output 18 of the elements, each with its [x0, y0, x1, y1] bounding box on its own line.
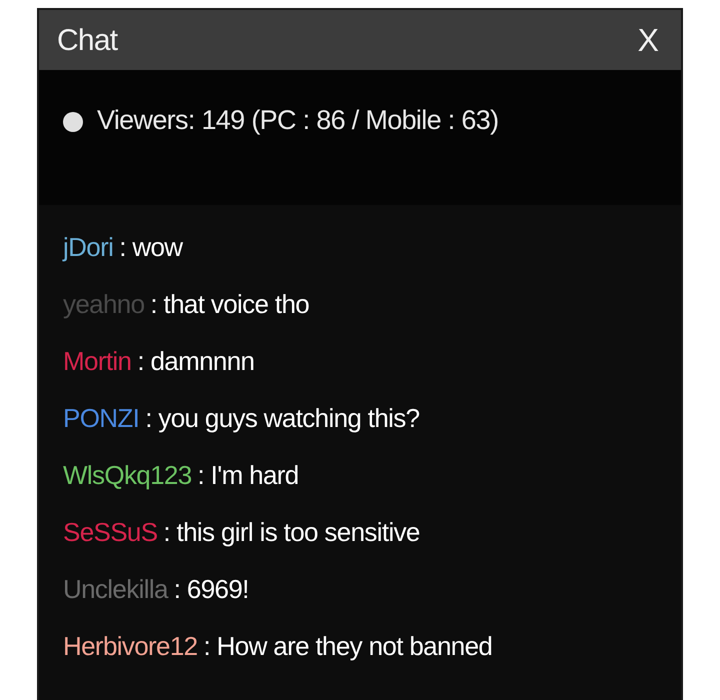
username[interactable]: jDori — [63, 228, 114, 267]
window-title: Chat — [57, 22, 118, 58]
username[interactable]: SeSSuS — [63, 513, 158, 552]
username[interactable]: Unclekilla — [63, 570, 168, 609]
message-text: : you guys watching this? — [145, 402, 420, 435]
message-text: : How are they not banned — [203, 630, 492, 663]
message-text: : 6969! — [174, 573, 249, 606]
message-text: : I'm hard — [198, 459, 299, 492]
message-text: : wow — [119, 231, 182, 264]
message-text: : damnnnn — [137, 345, 254, 378]
username[interactable]: PONZI — [63, 399, 140, 438]
viewer-count: Viewers: 149 (PC : 86 / Mobile : 63) — [97, 104, 498, 137]
message-text: : this girl is too sensitive — [163, 516, 420, 549]
username[interactable]: Herbivore12 — [63, 627, 198, 666]
username[interactable]: Mortin — [63, 342, 132, 381]
username[interactable]: WlsQkq123 — [63, 456, 192, 495]
close-button[interactable]: X — [634, 16, 663, 64]
message-text: : that voice tho — [150, 288, 310, 321]
